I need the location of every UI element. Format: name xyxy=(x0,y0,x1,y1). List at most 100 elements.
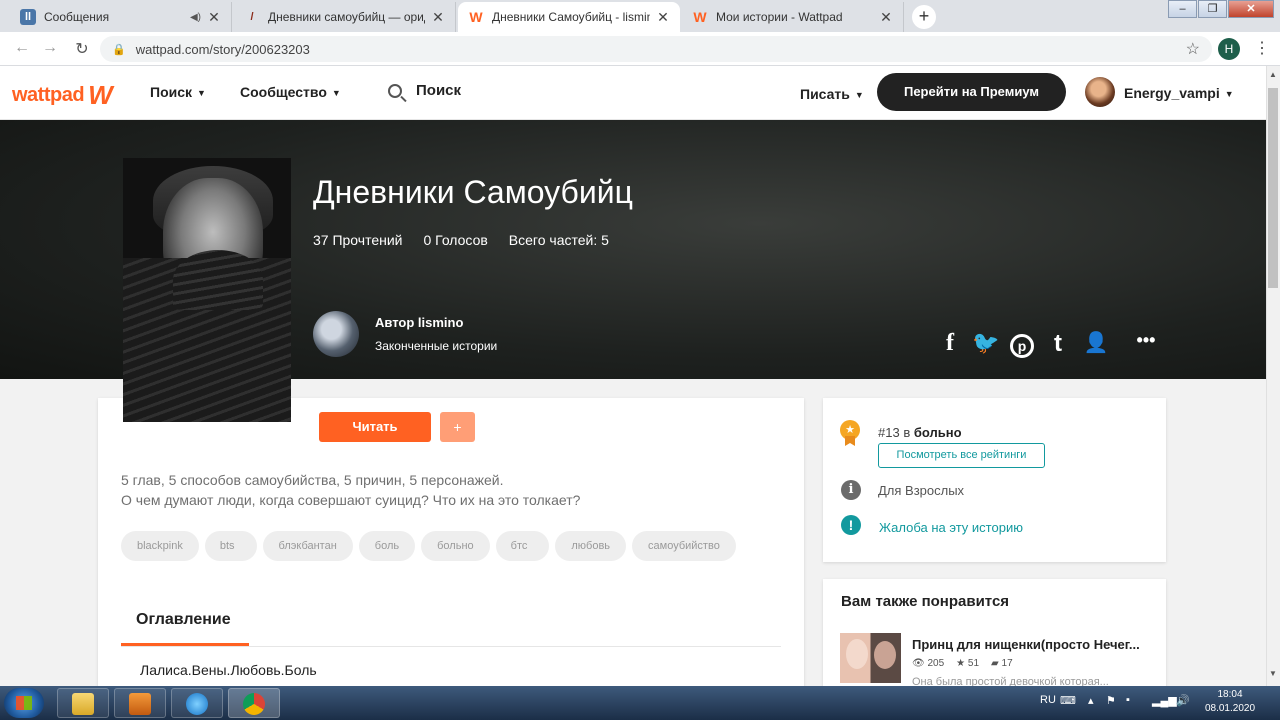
premium-button[interactable]: Перейти на Премиум xyxy=(877,73,1066,111)
tag[interactable]: blackpink xyxy=(121,531,199,561)
toc-item[interactable]: Лалиса.Вены.Любовь.Боль xyxy=(140,662,317,678)
tab-story[interactable]: W Дневники Самоубийц - lismino ✕ xyxy=(458,2,680,32)
tab-messages[interactable]: ll Сообщения ◀) ✕ xyxy=(10,2,232,32)
author-avatar[interactable] xyxy=(313,311,359,357)
window-controls: – ❐ ✕ xyxy=(1167,0,1274,18)
recommended-story-title[interactable]: Принц для нищенки(просто Нечег... xyxy=(912,637,1146,652)
lock-icon: 🔒 xyxy=(112,43,126,56)
tab-my-stories[interactable]: W Мои истории - Wattpad ✕ xyxy=(682,2,904,32)
story-title: Дневники Самоубийц xyxy=(313,174,633,210)
comment-icon: ▰ xyxy=(991,658,999,669)
star-icon: ★ xyxy=(956,658,966,669)
reads-count: 37 Прочтений xyxy=(313,232,403,248)
write-dropdown[interactable]: Писать ▼ xyxy=(800,86,864,102)
divider xyxy=(121,646,781,647)
taskbar-explorer[interactable] xyxy=(57,688,109,718)
story-stats: 37 Прочтений 0 Голосов Всего частей: 5 xyxy=(313,232,609,248)
clock-time: 18:04 xyxy=(1217,689,1243,700)
close-tab-icon[interactable]: ✕ xyxy=(656,9,670,26)
story-description: 5 глав, 5 способов самоубийства, 5 причи… xyxy=(121,470,580,510)
taskbar-chrome[interactable] xyxy=(228,688,280,718)
media-player-icon xyxy=(129,693,151,715)
scroll-down-arrow-icon[interactable]: ▼ xyxy=(1266,666,1280,682)
tab-ficbook[interactable]: / Дневники самоубийц — ориджин ✕ xyxy=(234,2,456,32)
add-to-library-button[interactable]: + xyxy=(440,412,475,442)
reload-icon[interactable]: ↻ xyxy=(72,39,92,59)
caret-down-icon: ▼ xyxy=(854,90,864,101)
tag[interactable]: блэкбантан xyxy=(262,531,353,561)
browser-tab-bar: ll Сообщения ◀) ✕ / Дневники самоубийц —… xyxy=(0,0,1280,32)
read-button[interactable]: Читать xyxy=(319,412,431,442)
facebook-icon[interactable]: f xyxy=(936,330,964,357)
device-icon[interactable]: ▪ xyxy=(1126,694,1130,706)
scroll-up-arrow-icon[interactable]: ▲ xyxy=(1266,67,1280,83)
mature-label: Для Взрослых xyxy=(878,483,965,498)
close-window-button[interactable]: ✕ xyxy=(1228,0,1274,18)
taskbar-ie[interactable] xyxy=(171,688,223,718)
network-icon[interactable]: ▂▄▆ xyxy=(1152,694,1177,707)
tag[interactable]: боль xyxy=(358,531,416,561)
speaker-icon[interactable]: ◀) xyxy=(190,12,201,23)
search-icon xyxy=(388,83,402,98)
wattpad-logo[interactable]: wattpad W xyxy=(12,80,113,111)
keyboard-icon[interactable]: ⌨ xyxy=(1060,694,1076,707)
nav-community-dropdown[interactable]: Сообщество ▼ xyxy=(240,84,341,100)
taskbar-media-player[interactable] xyxy=(114,688,166,718)
report-link[interactable]: Жалоба на эту историю xyxy=(879,520,1023,535)
more-options-icon[interactable]: ••• xyxy=(1130,330,1162,351)
browser-profile-avatar[interactable]: H xyxy=(1218,38,1240,60)
bookmark-star-icon[interactable]: ☆ xyxy=(1186,39,1200,59)
close-tab-icon[interactable]: ✕ xyxy=(431,9,445,26)
user-menu[interactable]: Energy_vampi ▼ xyxy=(1124,85,1234,101)
author-subtitle: Законченные истории xyxy=(375,339,498,353)
tab-title: Мои истории - Wattpad xyxy=(716,10,843,24)
language-indicator[interactable]: RU xyxy=(1040,694,1056,706)
close-tab-icon[interactable]: ✕ xyxy=(879,9,893,26)
recommended-story-cover[interactable] xyxy=(840,633,901,683)
show-hidden-icons[interactable]: ▴ xyxy=(1088,694,1094,707)
forward-icon[interactable]: → xyxy=(40,39,60,57)
all-rankings-button[interactable]: Посмотреть все рейтинги xyxy=(878,443,1045,468)
pinterest-icon[interactable]: p xyxy=(1008,330,1036,358)
tag[interactable]: любовь xyxy=(555,531,627,561)
toc-heading: Оглавление xyxy=(136,611,231,628)
url-input[interactable]: 🔒 wattpad.com/story/200623203 ☆ xyxy=(100,36,1212,62)
votes-count: 0 Голосов xyxy=(423,232,488,248)
back-icon[interactable]: ← xyxy=(12,39,32,57)
minimize-button[interactable]: – xyxy=(1168,0,1197,18)
rank-suffix: в xyxy=(899,425,914,440)
report-icon[interactable]: ! xyxy=(841,515,861,535)
new-tab-button[interactable]: + xyxy=(912,5,936,29)
tag[interactable]: самоубийство xyxy=(632,531,736,561)
maximize-button[interactable]: ❐ xyxy=(1198,0,1227,18)
nav-label: Поиск xyxy=(150,84,193,100)
user-avatar[interactable] xyxy=(1085,77,1115,107)
close-tab-icon[interactable]: ✕ xyxy=(207,9,221,26)
scroll-thumb[interactable] xyxy=(1268,88,1278,288)
info-icon: i xyxy=(841,480,861,500)
eye-icon: 👁 xyxy=(912,658,925,669)
tumblr-icon[interactable]: t xyxy=(1044,330,1072,358)
twitter-icon[interactable]: 🐦 xyxy=(972,330,1000,356)
recommendations-heading: Вам также понравится xyxy=(841,593,1010,610)
tab-title: Дневники самоубийц — ориджин xyxy=(268,10,425,24)
comments-count: 17 xyxy=(1001,658,1013,669)
browser-menu-icon[interactable]: ⋮ xyxy=(1254,38,1270,58)
tag[interactable]: бтс xyxy=(495,531,550,561)
parts-count: Всего частей: 5 xyxy=(508,232,609,248)
flag-icon[interactable]: ⚑ xyxy=(1106,694,1116,707)
nav-search-dropdown[interactable]: Поиск ▼ xyxy=(150,84,206,100)
author-name[interactable]: Автор lismino xyxy=(375,315,463,330)
search-field[interactable]: Поиск xyxy=(388,82,461,99)
system-clock[interactable]: 18:04 08.01.2020 xyxy=(1200,688,1260,716)
tag[interactable]: bts xyxy=(204,531,257,561)
address-bar: ← → ↻ 🔒 wattpad.com/story/200623203 ☆ H … xyxy=(0,32,1280,66)
tag[interactable]: больно xyxy=(421,531,490,561)
url-text: wattpad.com/story/200623203 xyxy=(135,41,310,57)
feather-icon: / xyxy=(250,11,254,23)
tab-title: Дневники Самоубийц - lismino xyxy=(492,10,650,24)
start-button[interactable] xyxy=(4,688,44,718)
tag-list: blackpink bts блэкбантан боль больно бтс… xyxy=(121,531,736,561)
volume-icon[interactable]: 🔊 xyxy=(1176,694,1190,707)
user-share-icon[interactable]: 👤 xyxy=(1082,330,1110,355)
